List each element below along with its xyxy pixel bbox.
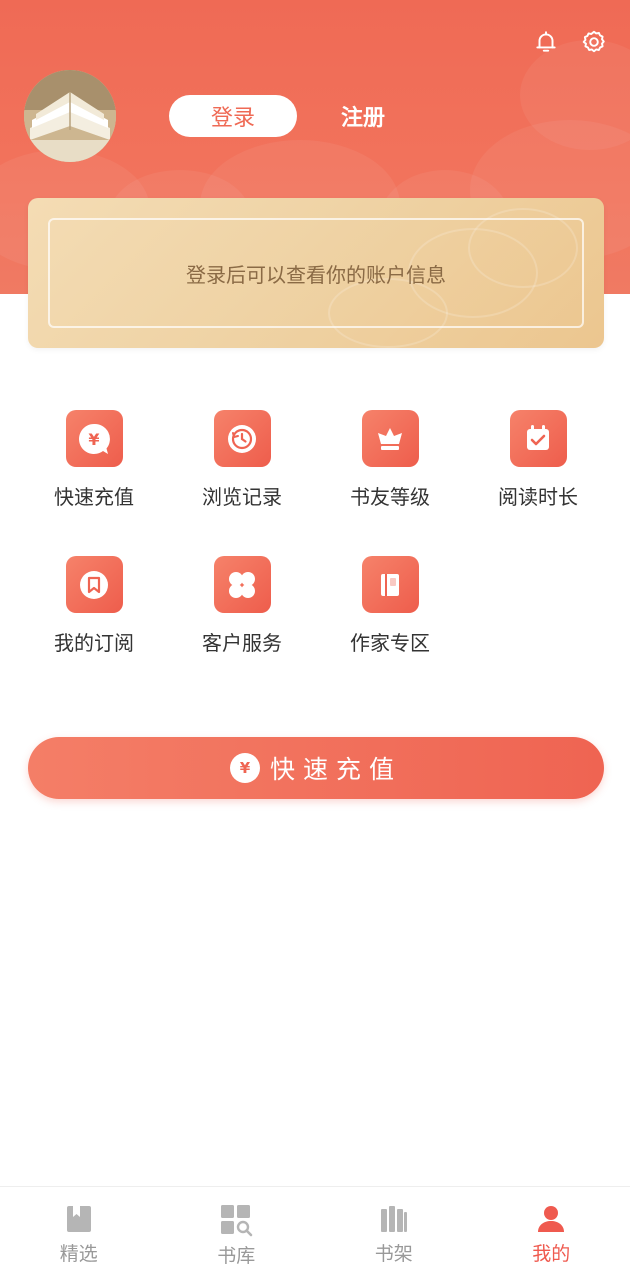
tab-label: 书库 [217, 1245, 256, 1267]
feature-label: 阅读时长 [498, 485, 578, 509]
feature-quick-recharge[interactable]: ¥ 快速充值 [20, 410, 168, 510]
account-info-message: 登录后可以查看你的账户信息 [186, 262, 446, 287]
notebook-icon [361, 556, 419, 613]
feature-customer-service[interactable]: 客户服务 [168, 556, 316, 656]
tab-featured[interactable]: 精选 [0, 1187, 158, 1280]
calendar-check-icon [509, 410, 567, 467]
svg-text:¥: ¥ [88, 430, 99, 449]
yuan-coin-icon: ¥ [65, 410, 123, 467]
feature-label: 书友等级 [350, 485, 430, 509]
quick-recharge-label: 快速充值 [269, 755, 402, 784]
login-button[interactable]: 登录 [169, 95, 297, 137]
feature-browse-history[interactable]: 浏览记录 [168, 410, 316, 510]
quick-recharge-button[interactable]: ¥ 快速充值 [28, 737, 604, 799]
feature-reading-time[interactable]: 阅读时长 [464, 410, 612, 510]
tab-bookshelf[interactable]: 书架 [315, 1187, 473, 1280]
account-info-card[interactable]: 登录后可以查看你的账户信息 [28, 198, 604, 348]
feature-reader-level[interactable]: 书友等级 [316, 410, 464, 510]
bookshelf-icon [380, 1206, 407, 1232]
gear-icon[interactable] [580, 28, 608, 56]
bell-icon[interactable] [532, 28, 560, 56]
feature-author-zone[interactable]: 作家专区 [316, 556, 464, 656]
history-clock-icon [213, 410, 271, 467]
feature-label: 客户服务 [202, 631, 282, 655]
avatar[interactable] [24, 70, 116, 162]
feature-my-subscriptions[interactable]: 我的订阅 [20, 556, 168, 656]
header-actions [532, 28, 608, 56]
yuan-coin-icon: ¥ [229, 753, 260, 783]
library-search-icon [221, 1205, 253, 1237]
feature-grid: ¥ 快速充值 浏览记录 书友等级 阅读时长 我的订阅 客户服务 作家专区 [20, 410, 614, 656]
tab-label: 书架 [374, 1243, 413, 1265]
crown-icon [361, 410, 419, 467]
tab-label: 我的 [532, 1243, 571, 1265]
user-icon [538, 1206, 565, 1232]
feature-label: 浏览记录 [202, 485, 282, 509]
bottom-tab-bar: 精选 书库 书架 我的 [0, 1186, 630, 1280]
feature-label: 快速充值 [54, 485, 134, 509]
feature-label: 作家专区 [350, 631, 430, 655]
tab-library[interactable]: 书库 [158, 1187, 316, 1280]
bookmark-icon [65, 556, 123, 613]
tab-mine[interactable]: 我的 [473, 1187, 630, 1280]
tab-label: 精选 [59, 1243, 98, 1265]
register-button[interactable]: 注册 [318, 95, 408, 137]
account-info-frame: 登录后可以查看你的账户信息 [48, 218, 584, 328]
feature-label: 我的订阅 [54, 631, 134, 655]
featured-book-icon [66, 1206, 91, 1232]
clover-icon [213, 556, 271, 613]
